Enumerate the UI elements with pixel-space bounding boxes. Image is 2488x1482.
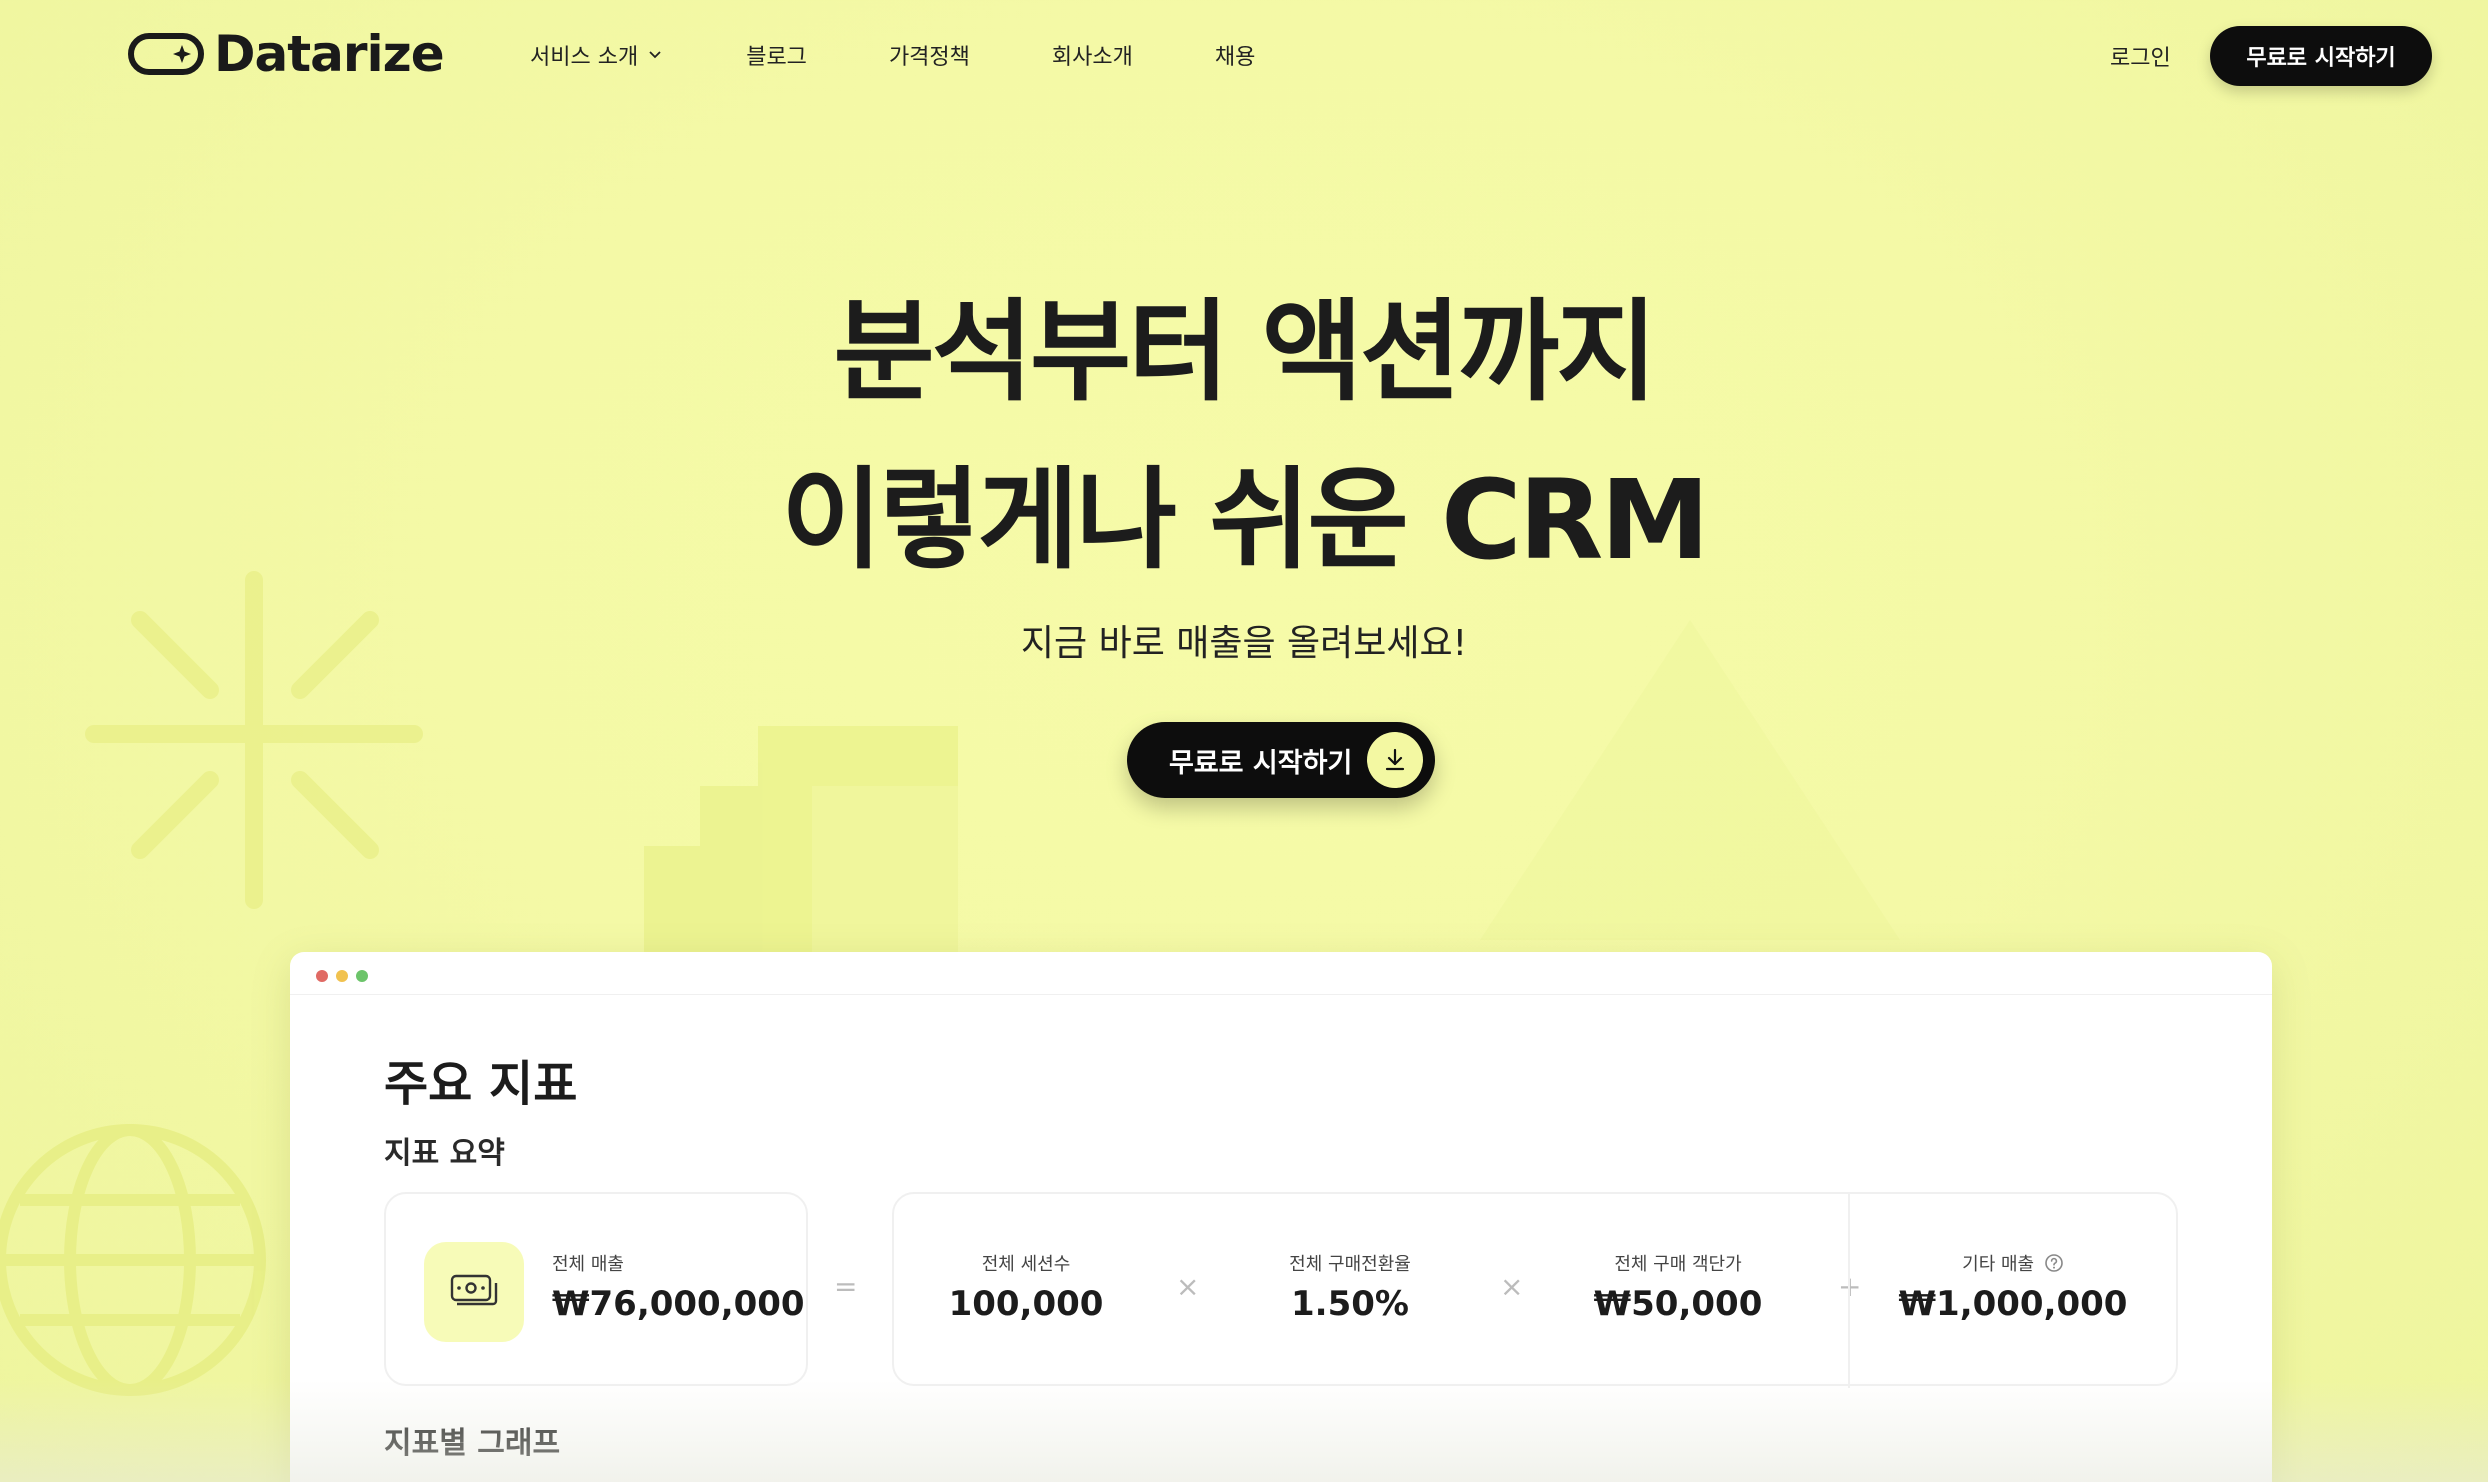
sessions-metric: 전체 세션수 100,000 xyxy=(901,1194,1151,1388)
globe-decoration xyxy=(0,1124,266,1396)
avg-order-value-metric: 전체 구매 객단가 ₩50,000 xyxy=(1553,1194,1803,1388)
nav-link-label: 채용 xyxy=(1214,45,1256,70)
metric-label: 전체 구매 객단가 xyxy=(1614,1254,1742,1275)
pixel-steps-decoration xyxy=(644,726,958,966)
login-link[interactable]: 로그인 xyxy=(2110,40,2171,72)
other-revenue-metric: 기타 매출 ₩1,000,000 xyxy=(1888,1194,2138,1388)
summary-heading: 지표 요약 xyxy=(384,1136,505,1171)
metric-label-wrap: 기타 매출 xyxy=(1888,1250,2138,1276)
nav-link-service-intro[interactable]: 서비스 소개 xyxy=(530,39,664,71)
start-free-hero-button[interactable]: 무료로 시작하기 xyxy=(1127,722,1435,798)
cta-label: 무료로 시작하기 xyxy=(1169,747,1353,779)
metric-value: ₩50,000 xyxy=(1593,1284,1763,1324)
nav-link-blog[interactable]: 블로그 xyxy=(746,39,807,71)
nav-link-company[interactable]: 회사소개 xyxy=(1052,39,1133,71)
window-divider xyxy=(290,994,2272,995)
multiply-operator: × xyxy=(1176,1270,1200,1303)
metric-value: ₩1,000,000 xyxy=(1898,1284,2128,1324)
graph-heading: 지표별 그래프 xyxy=(384,1426,561,1461)
nav-link-label: 블로그 xyxy=(746,45,807,70)
metric-label: 기타 매출 xyxy=(1962,1254,2035,1275)
window-dot-red xyxy=(316,970,328,982)
top-navigation: Datarize 서비스 소개 블로그 가격정책 회사소개 채용 로그인 무료로… xyxy=(0,0,2488,112)
metric-label: 전체 구매전환율 xyxy=(1289,1254,1411,1275)
download-arrow-icon xyxy=(1367,732,1423,788)
start-free-nav-button[interactable]: 무료로 시작하기 xyxy=(2210,26,2432,86)
metric-divider xyxy=(1848,1194,1850,1388)
total-revenue-card: 전체 매출 ₩76,000,000 xyxy=(384,1192,808,1386)
total-revenue-label: 전체 매출 xyxy=(552,1254,624,1275)
datarize-logo[interactable]: Datarize xyxy=(128,22,445,86)
total-revenue-value: ₩76,000,000 xyxy=(552,1284,805,1324)
nav-link-careers[interactable]: 채용 xyxy=(1215,39,1255,71)
conversion-rate-metric: 전체 구매전환율 1.50% xyxy=(1225,1194,1475,1388)
hero-title-line2: 이렇게나 쉬운 CRM xyxy=(781,456,1710,584)
nav-links: 서비스 소개 블로그 가격정책 회사소개 채용 xyxy=(530,30,1337,80)
logo-text: Datarize xyxy=(214,25,445,83)
metric-value: 1.50% xyxy=(1291,1284,1409,1324)
nav-link-pricing[interactable]: 가격정책 xyxy=(889,39,970,71)
multiply-operator: × xyxy=(1500,1270,1524,1303)
revenue-breakdown-card: 전체 세션수 100,000 × 전체 구매전환율 1.50% × 전체 구매 … xyxy=(892,1192,2178,1388)
chevron-down-icon xyxy=(649,51,661,59)
nav-link-label: 회사소개 xyxy=(1051,45,1133,70)
window-dot-green xyxy=(356,970,368,982)
triangle-decoration xyxy=(1480,620,1900,940)
money-icon xyxy=(424,1242,524,1342)
question-circle-icon[interactable] xyxy=(2044,1253,2064,1273)
window-controls xyxy=(316,970,368,982)
metric-value: 100,000 xyxy=(948,1284,1104,1324)
nav-link-label: 가격정책 xyxy=(888,45,970,70)
equals-operator: = xyxy=(834,1270,858,1303)
hero-subtitle: 지금 바로 매출을 올려보세요! xyxy=(1020,623,1468,664)
window-dot-yellow xyxy=(336,970,348,982)
metric-label: 전체 세션수 xyxy=(981,1254,1071,1275)
nav-link-label: 서비스 소개 xyxy=(530,45,639,70)
logo-mark-icon xyxy=(128,33,204,75)
hero-title-line1: 분석부터 액션까지 xyxy=(833,288,1658,416)
dashboard-title: 주요 지표 xyxy=(384,1056,578,1112)
dashboard-preview: 주요 지표 지표 요약 전체 매출 ₩76,000,000 = 전체 세션수 1… xyxy=(290,952,2272,1482)
